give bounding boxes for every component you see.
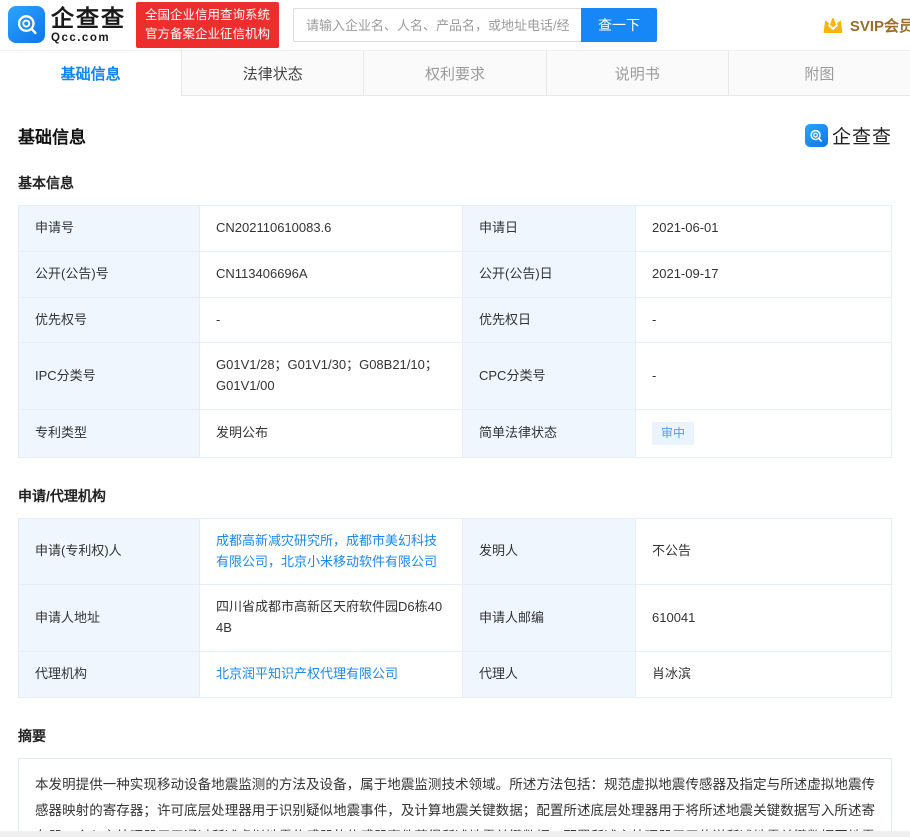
label-applicants: 申请(专利权)人 — [19, 519, 199, 585]
applicant-separator: ， — [268, 554, 281, 569]
qcc-logo-icon — [8, 6, 45, 43]
label-applicant-zip: 申请人邮编 — [463, 585, 635, 651]
value-applicant-address: 四川省成都市高新区天府软件园D6栋404B — [199, 585, 463, 651]
qcc-watermark-text: 企查查 — [832, 122, 892, 149]
value-ipc-class: G01V1/28；G01V1/30；G08B21/10；G01V1/00 — [199, 343, 463, 409]
table-row: 申请号 CN202110610083.6 申请日 2021-06-01 — [19, 206, 891, 251]
svip-label: SVIP会员 — [850, 15, 910, 36]
value-agency: 北京润平知识产权代理有限公司 — [199, 652, 463, 697]
label-publication-number: 公开(公告)号 — [19, 252, 199, 297]
label-priority-number: 优先权号 — [19, 298, 199, 343]
label-applicant-address: 申请人地址 — [19, 585, 199, 651]
section-heading-abstract: 摘要 — [18, 726, 892, 746]
brand-text: 企查查 Qcc.com — [51, 6, 126, 44]
tab-claims[interactable]: 权利要求 — [363, 51, 545, 96]
tab-figures[interactable]: 附图 — [728, 51, 910, 96]
top-header: 企查查 Qcc.com 全国企业信用查询系统 官方备案企业征信机构 查一下 SV… — [0, 0, 910, 50]
value-priority-date: - — [635, 298, 891, 343]
applicant-separator: ， — [333, 533, 346, 548]
label-legal-status: 简单法律状态 — [463, 410, 635, 457]
label-application-number: 申请号 — [19, 206, 199, 251]
label-cpc-class: CPC分类号 — [463, 343, 635, 409]
value-priority-number: - — [199, 298, 463, 343]
table-row: 公开(公告)号 CN113406696A 公开(公告)日 2021-09-17 — [19, 251, 891, 297]
search-input[interactable] — [293, 8, 581, 42]
label-application-date: 申请日 — [463, 206, 635, 251]
abstract-text: 本发明提供一种实现移动设备地震监测的方法及设备，属于地震监测技术领域。所述方法包… — [18, 758, 892, 837]
table-row: 申请(专利权)人 成都高新减灾研究所，成都市美幻科技有限公司，北京小米移动软件有… — [19, 519, 891, 585]
value-cpc-class: - — [635, 343, 891, 409]
tab-basic-info[interactable]: 基础信息 — [0, 51, 181, 96]
crown-icon — [821, 14, 845, 36]
search-button[interactable]: 查一下 — [581, 8, 657, 42]
svip-entry[interactable]: SVIP会员 — [821, 14, 910, 36]
value-applicant-zip: 610041 — [635, 585, 891, 651]
value-publication-date: 2021-09-17 — [635, 252, 891, 297]
official-credential-badge: 全国企业信用查询系统 官方备案企业征信机构 — [136, 2, 279, 49]
value-inventor: 不公告 — [635, 519, 891, 585]
patent-tab-bar: 基础信息 法律状态 权利要求 说明书 附图 — [0, 50, 910, 96]
tab-description[interactable]: 说明书 — [546, 51, 728, 96]
applicant-link-3[interactable]: 北京小米移动软件有限公司 — [281, 554, 437, 569]
value-patent-type: 发明公布 — [199, 410, 463, 457]
value-application-number: CN202110610083.6 — [199, 206, 463, 251]
value-application-date: 2021-06-01 — [635, 206, 891, 251]
credential-line-1: 全国企业信用查询系统 — [145, 6, 270, 25]
value-applicants: 成都高新减灾研究所，成都市美幻科技有限公司，北京小米移动软件有限公司 — [199, 519, 463, 585]
value-legal-status: 审中 — [635, 410, 891, 457]
brand-name-en: Qcc.com — [51, 32, 126, 44]
section-heading-basic: 基本信息 — [18, 173, 892, 193]
main-content: 基础信息 企查查 基本信息 申请号 CN202110610083.6 申请日 2… — [0, 122, 910, 837]
basic-info-table: 申请号 CN202110610083.6 申请日 2021-06-01 公开(公… — [18, 205, 892, 458]
label-priority-date: 优先权日 — [463, 298, 635, 343]
section-heading-agency: 申请/代理机构 — [18, 486, 892, 506]
label-agent: 代理人 — [463, 652, 635, 697]
table-row: 专利类型 发明公布 简单法律状态 审中 — [19, 409, 891, 457]
value-publication-number: CN113406696A — [199, 252, 463, 297]
tab-legal-status[interactable]: 法律状态 — [181, 51, 363, 96]
page-title: 基础信息 — [18, 123, 86, 148]
table-row: IPC分类号 G01V1/28；G01V1/30；G08B21/10；G01V1… — [19, 342, 891, 409]
label-inventor: 发明人 — [463, 519, 635, 585]
agency-link[interactable]: 北京润平知识产权代理有限公司 — [216, 664, 398, 685]
label-agency: 代理机构 — [19, 652, 199, 697]
qcc-logo[interactable]: 企查查 Qcc.com — [8, 6, 126, 44]
credential-line-2: 官方备案企业征信机构 — [145, 25, 270, 44]
search-bar: 查一下 — [293, 8, 657, 42]
table-row: 申请人地址 四川省成都市高新区天府软件园D6栋404B 申请人邮编 610041 — [19, 584, 891, 651]
value-agent: 肖冰滨 — [635, 652, 891, 697]
status-badge: 审中 — [652, 422, 694, 445]
brand-name-cn: 企查查 — [51, 6, 126, 30]
label-publication-date: 公开(公告)日 — [463, 252, 635, 297]
page-bottom-strip — [0, 831, 910, 837]
agency-table: 申请(专利权)人 成都高新减灾研究所，成都市美幻科技有限公司，北京小米移动软件有… — [18, 518, 892, 698]
table-row: 优先权号 - 优先权日 - — [19, 297, 891, 343]
qcc-watermark: 企查查 — [805, 122, 892, 149]
table-row: 代理机构 北京润平知识产权代理有限公司 代理人 肖冰滨 — [19, 651, 891, 697]
label-patent-type: 专利类型 — [19, 410, 199, 457]
label-ipc-class: IPC分类号 — [19, 343, 199, 409]
applicant-link-1[interactable]: 成都高新减灾研究所 — [216, 533, 333, 548]
qcc-watermark-icon — [805, 124, 828, 147]
